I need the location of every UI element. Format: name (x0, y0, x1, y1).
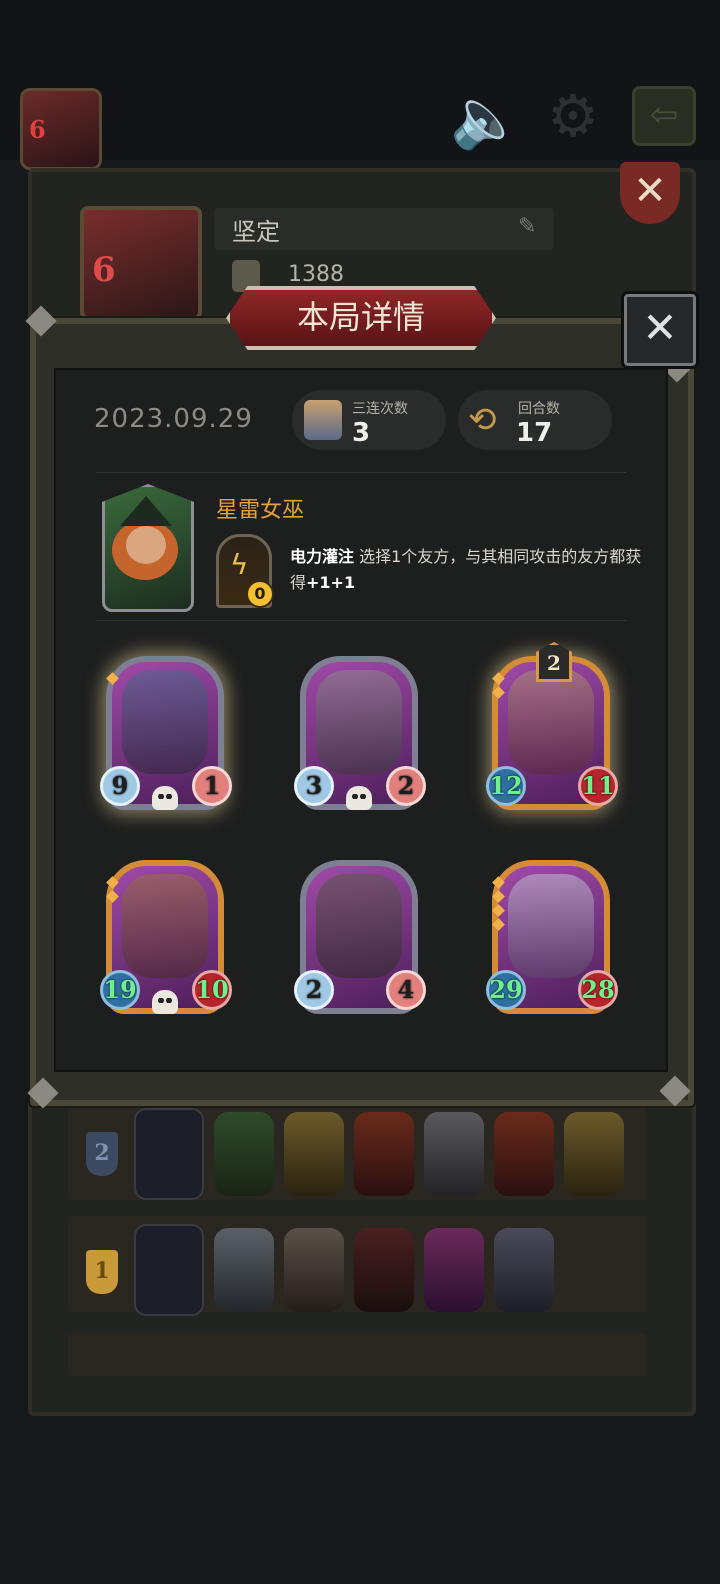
history-unit (284, 1228, 344, 1312)
skull-icon (152, 786, 178, 810)
rounds-label: 回合数 (518, 401, 560, 417)
skill-name: 电力灌注 (290, 547, 355, 566)
history-hero (134, 1224, 204, 1316)
rounds-cycle-icon: ⟲ (468, 400, 497, 440)
history-row[interactable] (68, 1334, 646, 1376)
player-avatar[interactable]: 6 (20, 88, 102, 170)
dialog-title: 本局详情 (296, 298, 425, 336)
skill-description: 电力灌注 选择1个友方，与其相同攻击的友方都获得+1+1 (290, 544, 650, 596)
settings-gear-icon[interactable]: ⚙ (540, 86, 606, 146)
player-level: 6 (29, 115, 46, 144)
history-unit (354, 1228, 414, 1312)
mute-icon[interactable]: 🔈 (450, 88, 522, 148)
health-stat: 4 (386, 970, 426, 1010)
card-art (316, 670, 402, 774)
attack-stat: 2 (294, 970, 334, 1010)
card-art (122, 874, 208, 978)
card-art (122, 670, 208, 774)
skill-cost-badge: 0 (246, 580, 274, 608)
skill-bonus: +1+1 (306, 573, 356, 592)
history-unit (494, 1112, 554, 1196)
match-date: 2023.09.29 (94, 404, 253, 434)
close-icon[interactable]: ✕ (624, 294, 696, 366)
history-unit (424, 1228, 484, 1312)
player-name: 坚定 (232, 218, 280, 246)
divider (96, 620, 626, 621)
player-score: 1388 (288, 262, 344, 287)
divider (96, 472, 626, 473)
history-unit (564, 1112, 624, 1196)
history-unit (214, 1228, 274, 1312)
history-unit (284, 1112, 344, 1196)
attack-stat: 12 (486, 766, 526, 806)
profile-close-button[interactable]: ✕ (620, 162, 680, 224)
card-art (508, 670, 594, 774)
health-stat: 11 (578, 766, 618, 806)
triples-value: 3 (352, 418, 371, 448)
hero-name: 星雷女巫 (216, 498, 305, 523)
lightning-icon: ϟ (230, 548, 249, 581)
triples-label: 三连次数 (352, 401, 408, 417)
attack-stat: 19 (100, 970, 140, 1010)
rank-badge: 2 (86, 1132, 118, 1176)
attack-stat: 9 (100, 766, 140, 806)
history-unit (354, 1112, 414, 1196)
top-bar (0, 0, 720, 160)
profile-avatar[interactable]: 6 (80, 206, 202, 320)
edit-pen-icon[interactable]: ✎ (518, 214, 536, 239)
skull-icon (152, 990, 178, 1014)
health-stat: 1 (192, 766, 232, 806)
hero-face (126, 526, 166, 564)
history-unit (494, 1228, 554, 1312)
history-unit (424, 1112, 484, 1196)
rounds-value: 17 (516, 418, 553, 448)
health-stat: 10 (192, 970, 232, 1010)
exit-door-icon[interactable]: ⇦ (632, 86, 696, 146)
health-stat: 2 (386, 766, 426, 806)
skull-icon (346, 786, 372, 810)
attack-stat: 29 (486, 970, 526, 1010)
card-art (508, 874, 594, 978)
history-unit (214, 1112, 274, 1196)
rank-badge: 1 (86, 1250, 118, 1294)
profile-level: 6 (92, 250, 116, 290)
health-stat: 28 (578, 970, 618, 1010)
history-hero (134, 1108, 204, 1200)
attack-stat: 3 (294, 766, 334, 806)
card-art (316, 874, 402, 978)
triple-cards-icon (304, 400, 342, 440)
